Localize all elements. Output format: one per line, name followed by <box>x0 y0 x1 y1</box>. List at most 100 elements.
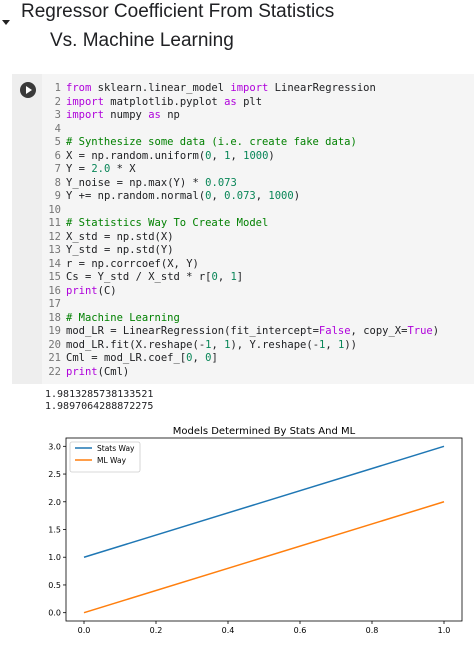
code-line[interactable]: 5 # Synthesize some data (i.e. create fak… <box>42 136 472 150</box>
code-line[interactable]: 20 mod_LR.fit(X.reshape(-1, 1), Y.reshape… <box>42 339 472 353</box>
x-tick-label: 0.4 <box>222 626 235 635</box>
code-token: std <box>135 230 155 243</box>
code-line-text: # Synthesize some data (i.e. create fake… <box>61 136 357 150</box>
code-line[interactable]: 22 print(Cml) <box>42 366 472 380</box>
code-number: 1000 <box>268 190 294 202</box>
code-token: np <box>116 244 130 256</box>
code-keyword: print <box>66 284 98 297</box>
code-comment: # Statistics Way To Create Model <box>66 217 269 229</box>
code-line[interactable]: 8 Y_noise = np.max(Y) * 0.073 <box>42 177 472 191</box>
code-token: linear_model <box>148 82 225 94</box>
code-token: ] <box>236 271 244 283</box>
code-token: reshape <box>262 338 307 351</box>
code-keyword: import <box>230 82 269 94</box>
code-editor[interactable]: 1 from sklearn.linear_model import Linear… <box>42 82 472 379</box>
code-line[interactable]: 19 mod_LR = LinearRegression(fit_intercep… <box>42 325 472 339</box>
code-line-text: import numpy as np <box>61 109 180 123</box>
code-line-text: mod_LR.fit(X.reshape(-1, 1), Y.reshape(-… <box>61 339 357 353</box>
code-token: Y_std <box>66 244 98 256</box>
code-token: normal <box>160 190 199 202</box>
code-keyword: True <box>407 325 433 337</box>
line-number: 22 <box>48 365 61 378</box>
code-token: Y_noise <box>66 176 111 189</box>
code-keyword: as <box>224 95 237 108</box>
line-number: 4 <box>54 122 61 135</box>
collapse-arrow-icon[interactable] <box>2 20 10 25</box>
code-token: ) <box>167 230 174 243</box>
code-token: ) <box>350 338 357 351</box>
code-line[interactable]: 21 Cml = mod_LR.coef_[0, 0] <box>42 352 472 366</box>
code-token: LinearRegression <box>122 325 225 337</box>
code-line[interactable]: 12 X_std = np.std(X) <box>42 231 472 245</box>
code-line-text: r = np.corrcoef(X, Y) <box>61 258 199 272</box>
code-line-text: Cml = mod_LR.coef_[0, 0] <box>61 352 218 366</box>
code-token: coef_ <box>148 352 180 364</box>
code-comment: # Synthesize some data (i.e. create fake… <box>66 136 357 148</box>
line-number: 5 <box>54 136 61 148</box>
code-line-text: # Machine Learning <box>61 312 180 326</box>
y-tick-label: 1.0 <box>48 553 61 562</box>
x-tick-label: 1.0 <box>438 626 451 635</box>
code-line-text: X = np.random.uniform(0, 1, 1000) <box>61 150 275 164</box>
code-token: X_std <box>148 271 180 283</box>
run-cell-button[interactable] <box>20 82 36 98</box>
x-tick-label: 0.2 <box>150 626 163 635</box>
code-line[interactable]: 2 import matplotlib.pyplot as plt <box>42 96 472 110</box>
line-number: 1 <box>54 82 61 94</box>
code-line[interactable]: 17 <box>42 298 472 312</box>
line-number: 17 <box>48 298 61 310</box>
code-token: np <box>97 190 111 202</box>
code-token: random <box>110 149 149 162</box>
x-tick-label: 0.6 <box>294 626 307 635</box>
line-number: 15 <box>48 271 61 283</box>
code-line[interactable]: 18 # Machine Learning <box>42 312 472 326</box>
code-line-text: Y_std = np.std(Y) <box>61 244 174 258</box>
cell-output: 1.9813285738133521 1.9897064288872275 Mod… <box>12 384 474 644</box>
code-line[interactable]: 4 <box>42 123 472 137</box>
code-token: Cml <box>103 365 123 378</box>
code-line[interactable]: 9Y += np.random.normal(0, 0.073, 1000) <box>42 190 472 204</box>
code-token: ) <box>167 244 174 256</box>
code-line[interactable]: 15 Cs = Y_std / X_std * r[0, 1] <box>42 271 472 285</box>
code-line[interactable]: 11 # Statistics Way To Create Model <box>42 217 472 231</box>
code-keyword: False <box>318 325 351 337</box>
x-tick-label: 0.8 <box>366 626 379 635</box>
code-line[interactable]: 14 r = np.corrcoef(X, Y) <box>42 258 472 272</box>
code-line-text: Cs = Y_std / X_std * r[0, 1] <box>61 271 243 285</box>
code-line[interactable]: 13 Y_std = np.std(Y) <box>42 244 472 258</box>
code-line-text: X_std = np.std(X) <box>61 231 174 245</box>
code-token: numpy <box>110 109 142 121</box>
line-number: 14 <box>48 257 61 270</box>
line-number: 11 <box>48 217 61 229</box>
code-keyword: print <box>66 365 98 378</box>
code-keyword: as <box>148 109 161 121</box>
code-line[interactable]: 7Y = 2.0 * X <box>42 163 472 177</box>
code-token: std <box>135 244 155 256</box>
code-line[interactable]: 6X = np.random.uniform(0, 1, 1000) <box>42 150 472 164</box>
line-number: 20 <box>48 338 61 351</box>
code-token: X_std <box>66 230 98 243</box>
code-line[interactable]: 1 from sklearn.linear_model import Linear… <box>42 82 472 96</box>
code-keyword: from <box>66 82 92 94</box>
code-editor-area[interactable]: 1 from sklearn.linear_model import Linear… <box>12 74 474 384</box>
x-tick-label: 0.0 <box>78 626 91 635</box>
code-line[interactable]: 10 <box>42 204 472 218</box>
code-line[interactable]: 16 print(C) <box>42 285 472 299</box>
code-line-text: print(Cml) <box>61 366 129 380</box>
line-number: 10 <box>48 203 61 216</box>
code-line-text: mod_LR = LinearRegression(fit_intercept=… <box>61 325 439 339</box>
code-token: ) <box>192 257 199 270</box>
line-number: 2 <box>54 95 61 108</box>
section-title-line2: Vs. Machine Learning <box>50 30 234 51</box>
section-header: Regressor Coefficient From Statistics Vs… <box>0 0 474 66</box>
code-token: ) <box>268 149 275 162</box>
line-number: 13 <box>48 244 61 256</box>
notebook-page: Regressor Coefficient From Statistics Vs… <box>0 0 474 657</box>
code-token: corrcoef <box>110 257 161 270</box>
section-title-line1: Regressor Coefficient From Statistics <box>21 1 335 22</box>
line-number: 16 <box>48 284 61 297</box>
code-line[interactable]: 3 import numpy as np <box>42 109 472 123</box>
code-token: max <box>148 176 168 189</box>
code-keyword: import <box>66 95 104 108</box>
